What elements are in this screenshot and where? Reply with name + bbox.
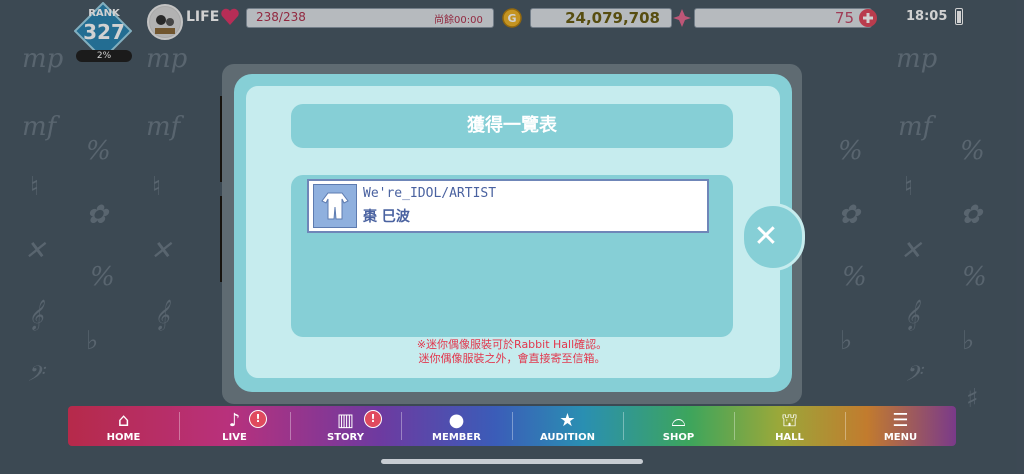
nav-hall-label: HALL bbox=[775, 432, 804, 443]
shop-basket-icon: ⌓ bbox=[671, 410, 686, 431]
nav-member-label: MEMBER bbox=[432, 432, 481, 443]
nav-menu[interactable]: ☰ MENU bbox=[845, 406, 956, 446]
nav-member[interactable]: ● MEMBER bbox=[401, 406, 512, 446]
notification-badge: ! bbox=[364, 410, 382, 428]
item-name: We're_IDOL/ARTIST bbox=[363, 186, 497, 201]
home-indicator[interactable] bbox=[381, 459, 643, 464]
costume-icon bbox=[313, 184, 357, 228]
nav-hall[interactable]: ⛫ HALL bbox=[734, 406, 845, 446]
home-icon: ⌂ bbox=[117, 410, 130, 431]
music-note-icon: ♪ bbox=[228, 410, 241, 431]
close-icon[interactable]: ✕ bbox=[741, 203, 791, 271]
nav-story[interactable]: ▥ STORY ! bbox=[290, 406, 401, 446]
item-owner: 棗 巳波 bbox=[363, 209, 410, 225]
list-item[interactable]: We're_IDOL/ARTIST 棗 巳波 bbox=[307, 179, 709, 233]
nav-story-label: STORY bbox=[327, 432, 364, 443]
dialog-note: ※迷你偶像服裝可於Rabbit Hall確認。 迷你偶像服裝之外，會直接寄至信箱… bbox=[291, 338, 733, 366]
notification-badge: ! bbox=[249, 410, 267, 428]
bottom-nav: ⌂ HOME ♪ LIVE ! ▥ STORY ! ● MEMBER ★ AUD… bbox=[68, 406, 956, 446]
note-line-2: 迷你偶像服裝之外，會直接寄至信箱。 bbox=[418, 352, 606, 365]
nav-live-label: LIVE bbox=[222, 432, 247, 443]
member-icon: ● bbox=[448, 410, 465, 431]
nav-shop-label: SHOP bbox=[662, 432, 695, 443]
nav-audition[interactable]: ★ AUDITION bbox=[512, 406, 623, 446]
audition-icon: ★ bbox=[559, 410, 576, 431]
note-line-1: ※迷你偶像服裝可於Rabbit Hall確認。 bbox=[416, 338, 608, 351]
nav-home-label: HOME bbox=[106, 432, 141, 443]
hall-icon: ⛫ bbox=[781, 410, 798, 431]
book-icon: ▥ bbox=[336, 410, 354, 431]
nav-shop[interactable]: ⌓ SHOP bbox=[623, 406, 734, 446]
nav-menu-label: MENU bbox=[883, 432, 918, 443]
nav-live[interactable]: ♪ LIVE ! bbox=[179, 406, 290, 446]
menu-icon: ☰ bbox=[892, 410, 909, 431]
nav-home[interactable]: ⌂ HOME bbox=[68, 406, 179, 446]
dialog-title: 獲得一覽表 bbox=[467, 115, 557, 136]
nav-audition-label: AUDITION bbox=[540, 432, 595, 443]
